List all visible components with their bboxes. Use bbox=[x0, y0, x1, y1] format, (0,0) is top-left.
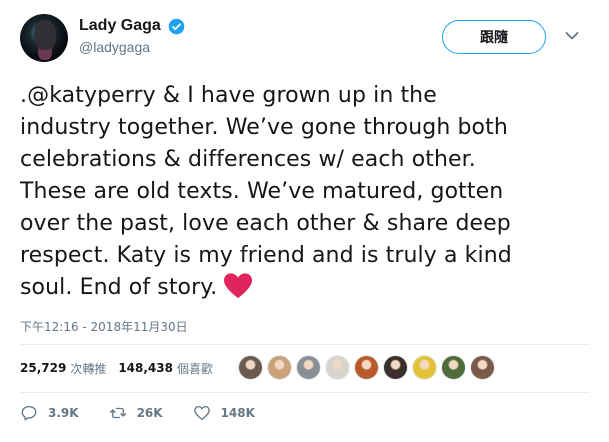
verified-badge-icon bbox=[168, 18, 185, 34]
tweet-actions: 3.9K 26K 148K bbox=[20, 404, 285, 422]
reply-icon[interactable] bbox=[20, 404, 38, 422]
reply-action[interactable]: 3.9K bbox=[20, 404, 79, 422]
chevron-down-icon[interactable] bbox=[565, 31, 579, 41]
tweet-line-last: soul. End of story. bbox=[20, 272, 595, 304]
divider bbox=[20, 392, 590, 393]
like-count: 148K bbox=[220, 406, 255, 420]
tweet-line: .@katyperry & I have grown up in the bbox=[20, 83, 437, 108]
avatar[interactable] bbox=[20, 14, 68, 62]
tweet-line: celebrations & differences w/ each other… bbox=[20, 147, 476, 172]
liker-avatar[interactable] bbox=[325, 355, 350, 380]
liker-avatar[interactable] bbox=[470, 355, 495, 380]
liker-avatar[interactable] bbox=[412, 355, 437, 380]
liker-avatar[interactable] bbox=[383, 355, 408, 380]
tweet-line: respect. Katy is my friend and is truly … bbox=[20, 243, 512, 268]
tweet-header: Lady Gaga @ladygaga 跟隨 bbox=[20, 14, 590, 64]
retweets-count[interactable]: 25,729 bbox=[20, 361, 66, 375]
tweet-line: over the past, love each other & share d… bbox=[20, 211, 511, 236]
display-name[interactable]: Lady Gaga bbox=[79, 17, 161, 35]
retweet-count: 26K bbox=[136, 406, 163, 420]
author-block[interactable]: Lady Gaga @ladygaga bbox=[79, 17, 185, 55]
tweet-line: industry together. We’ve gone through bo… bbox=[20, 115, 508, 140]
divider bbox=[20, 344, 590, 345]
like-heart-icon[interactable] bbox=[193, 404, 211, 422]
tweet-timestamp[interactable]: 下午12:16 - 2018年11月30日 bbox=[20, 318, 188, 335]
liker-avatar[interactable] bbox=[296, 355, 321, 380]
follow-button[interactable]: 跟隨 bbox=[442, 20, 546, 54]
liker-avatar[interactable] bbox=[441, 355, 466, 380]
tweet-line: These are old texts. We’ve matured, gott… bbox=[20, 179, 504, 204]
tweet-line: soul. End of story. bbox=[20, 275, 218, 300]
liker-avatar[interactable] bbox=[238, 355, 263, 380]
heart-emoji-icon bbox=[224, 273, 253, 299]
reply-count: 3.9K bbox=[48, 406, 79, 420]
liker-avatars bbox=[238, 355, 499, 380]
liker-avatar[interactable] bbox=[354, 355, 379, 380]
likes-label[interactable]: 個喜歡 bbox=[177, 360, 213, 377]
retweet-action[interactable]: 26K bbox=[109, 404, 163, 422]
retweets-label[interactable]: 次轉推 bbox=[70, 360, 106, 377]
retweet-icon[interactable] bbox=[109, 404, 127, 422]
likes-count[interactable]: 148,438 bbox=[118, 361, 173, 375]
author-handle[interactable]: @ladygaga bbox=[79, 39, 185, 55]
like-action[interactable]: 148K bbox=[193, 404, 255, 422]
liker-avatar[interactable] bbox=[267, 355, 292, 380]
tweet-text: .@katyperry & I have grown up in the ind… bbox=[20, 80, 595, 304]
engagement-stats: 25,729 次轉推 148,438 個喜歡 bbox=[20, 354, 225, 382]
